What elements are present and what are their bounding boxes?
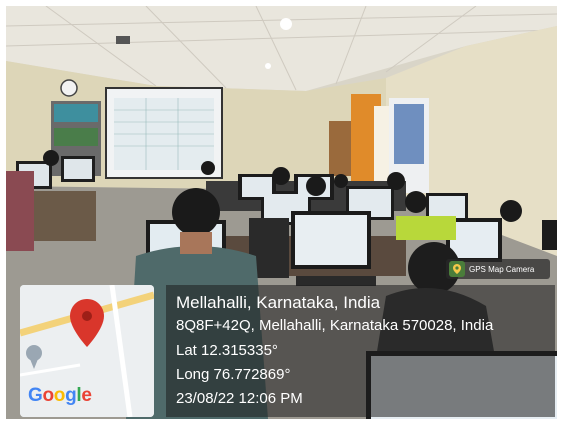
badge-label: GPS Map Camera (469, 264, 535, 274)
gps-map-camera-badge: GPS Map Camera (446, 259, 550, 279)
geotag-info-panel: Mellahalli, Karnataka, India 8Q8F+42Q, M… (166, 285, 555, 417)
google-logo: Google (28, 385, 92, 406)
longitude-text: Long 76.772869° (176, 366, 291, 383)
location-title: Mellahalli, Karnataka, India (176, 293, 381, 312)
location-map-thumbnail: Google (20, 285, 154, 417)
address-text: 8Q8F+42Q, Mellahalli, Karnataka 570028, … (176, 317, 494, 334)
latitude-text: Lat 12.315335° (176, 342, 278, 359)
datetime-text: 23/08/22 12:06 PM (176, 390, 303, 407)
gps-map-camera-icon (449, 261, 465, 277)
photo-frame: GPS Map Camera Google Mellahalli, Karnat… (0, 0, 563, 425)
